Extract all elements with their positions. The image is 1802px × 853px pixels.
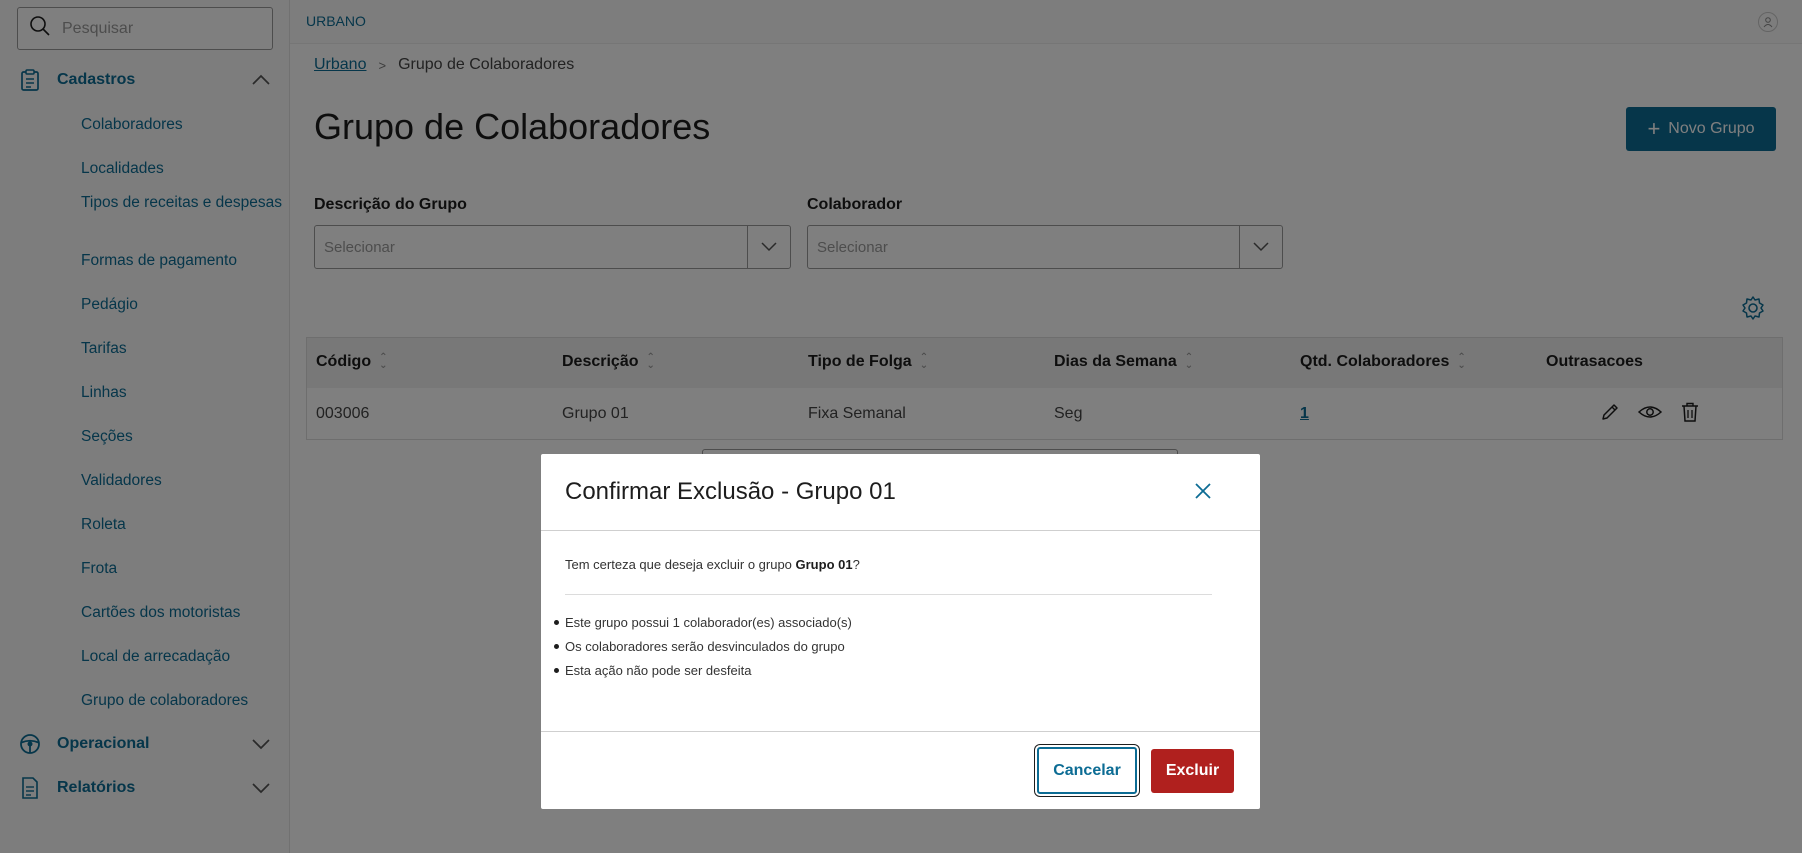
- confirm-delete-dialog: Confirmar Exclusão - Grupo 01 Tem certez…: [541, 454, 1260, 809]
- close-icon[interactable]: [1190, 478, 1216, 504]
- list-item: Esta ação não pode ser desfeita: [554, 662, 852, 686]
- divider: [541, 530, 1260, 531]
- divider: [565, 594, 1212, 595]
- message-suffix: ?: [852, 557, 860, 572]
- message-group-name: Grupo 01: [795, 557, 853, 572]
- delete-button[interactable]: Excluir: [1151, 749, 1234, 793]
- divider: [541, 731, 1260, 732]
- list-item: Este grupo possui 1 colaborador(es) asso…: [554, 614, 852, 638]
- list-item: Os colaboradores serão desvinculados do …: [554, 638, 852, 662]
- dialog-title: Confirmar Exclusão - Grupo 01: [565, 478, 896, 505]
- dialog-message: Tem certeza que deseja excluir o grupo G…: [565, 557, 860, 572]
- cancel-button[interactable]: Cancelar: [1037, 747, 1137, 794]
- message-text: Tem certeza que deseja excluir o grupo: [565, 557, 796, 572]
- warning-list: Este grupo possui 1 colaborador(es) asso…: [554, 614, 852, 686]
